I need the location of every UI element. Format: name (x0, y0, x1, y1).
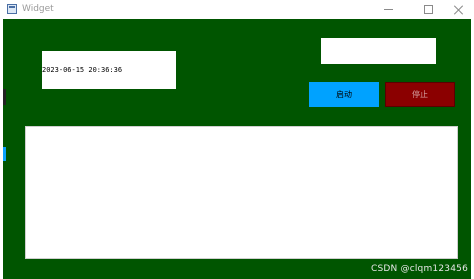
close-icon (454, 5, 464, 15)
background-window-edge (3, 89, 6, 105)
time-display-value: 2023-06-15 20:36:36 (42, 66, 123, 74)
main-window: Widget 2023-06-15 20:36:36 启动 停止 CSDN @c… (0, 0, 474, 279)
title-bar[interactable]: Widget (0, 0, 474, 19)
maximize-button[interactable] (411, 0, 445, 19)
close-button[interactable] (443, 0, 474, 19)
minimize-button[interactable] (371, 0, 405, 19)
output-text-area[interactable] (25, 126, 458, 259)
client-area: 2023-06-15 20:36:36 启动 停止 (3, 19, 471, 279)
stop-button[interactable]: 停止 (385, 82, 455, 107)
maximize-icon (423, 5, 433, 14)
start-button[interactable]: 启动 (309, 82, 379, 107)
background-window-edge-blue (3, 147, 6, 161)
watermark: CSDN @clqm123456 (370, 264, 468, 274)
time-display: 2023-06-15 20:36:36 (42, 51, 176, 89)
top-input-field[interactable] (321, 38, 436, 64)
app-icon (7, 4, 17, 14)
minimize-icon (383, 9, 393, 10)
window-title: Widget (22, 4, 54, 14)
